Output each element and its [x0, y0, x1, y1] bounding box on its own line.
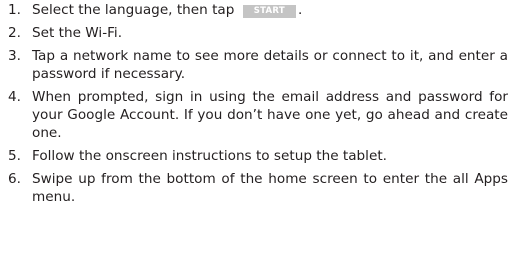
step-number: 3.: [8, 47, 21, 64]
step-text: Tap a network name to see more details o…: [32, 47, 508, 82]
step-text-end: .: [298, 2, 303, 18]
setup-steps-list: 1. Select the language, then tap START. …: [0, 0, 514, 206]
step-1: 1. Select the language, then tap START.: [0, 1, 514, 19]
step-number: 6.: [8, 170, 21, 187]
step-text: Follow the onscreen instructions to setu…: [32, 148, 387, 165]
step-text: Select the language, then tap: [32, 2, 235, 18]
start-button: START: [242, 5, 296, 18]
step-3: 3. Tap a network name to see more detail…: [0, 47, 514, 84]
step-2: 2. Set the Wi-Fi.: [0, 24, 514, 42]
step-number: 5.: [8, 148, 21, 165]
step-4: 4. When prompted, sign in using the emai…: [0, 88, 514, 143]
step-text: When prompted, sign in using the email a…: [32, 88, 508, 142]
step-number: 1.: [8, 2, 21, 18]
step-5: 5. Follow the onscreen instructions to s…: [0, 147, 514, 165]
step-text: Swipe up from the bottom of the home scr…: [32, 170, 508, 206]
step-text: Set the Wi-Fi.: [32, 24, 123, 41]
step-number: 4.: [8, 88, 21, 105]
step-number: 2.: [8, 24, 21, 41]
step-6: 6. Swipe up from the bottom of the home …: [0, 170, 514, 207]
